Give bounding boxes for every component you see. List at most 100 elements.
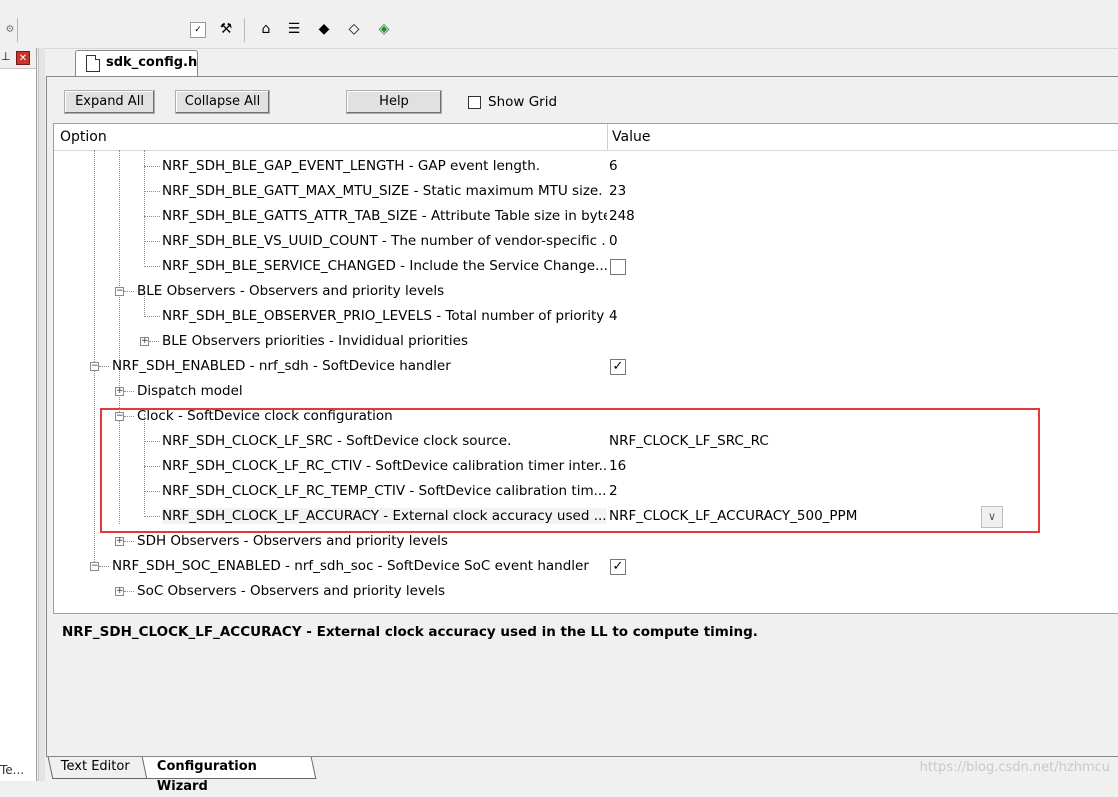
- close-icon[interactable]: ✕: [16, 51, 30, 65]
- row-option: NRF_SDH_CLOCK_LF_SRC - SoftDevice clock …: [162, 433, 512, 449]
- row-value[interactable]: 0: [609, 233, 618, 249]
- expand-icon[interactable]: +: [115, 387, 124, 396]
- expand-icon[interactable]: +: [115, 587, 124, 596]
- row-value[interactable]: NRF_CLOCK_LF_SRC_RC: [609, 433, 769, 449]
- document-icon: [86, 55, 100, 72]
- grid-row[interactable]: NRF_SDH_BLE_VS_UUID_COUNT - The number o…: [54, 229, 1118, 254]
- expand-icon[interactable]: +: [115, 537, 124, 546]
- row-value[interactable]: 16: [609, 458, 626, 474]
- column-divider[interactable]: [607, 124, 608, 150]
- tree-line: [144, 491, 160, 492]
- tree-line: [149, 341, 159, 342]
- row-option: BLE Observers - Observers and priority l…: [137, 283, 445, 299]
- collapse-icon[interactable]: −: [90, 362, 99, 371]
- grid-row[interactable]: − NRF_SDH_SOC_ENABLED - nrf_sdh_soc - So…: [54, 554, 1118, 579]
- collapse-icon[interactable]: −: [115, 287, 124, 296]
- row-option: NRF_SDH_BLE_VS_UUID_COUNT - The number o…: [162, 233, 607, 249]
- package-icon[interactable]: ◈: [374, 19, 394, 39]
- dropdown-arrow-icon[interactable]: ∨: [981, 506, 1003, 528]
- panel-header: ⊥ ✕: [0, 48, 36, 69]
- left-tab-label[interactable]: Te...: [0, 763, 24, 777]
- row-value[interactable]: 4: [609, 308, 618, 324]
- gem-icon[interactable]: ◇: [344, 19, 364, 39]
- service-changed-checkbox[interactable]: [610, 259, 626, 275]
- tree-line: [99, 566, 109, 567]
- row-value[interactable]: 23: [609, 183, 626, 199]
- tab-configuration-wizard[interactable]: Configuration Wizard: [141, 757, 317, 794]
- show-grid-label: Show Grid: [488, 94, 558, 110]
- pin-icon[interactable]: ⊥: [1, 50, 11, 63]
- tab-label: sdk_config.h: [106, 55, 198, 70]
- row-option: BLE Observers priorities - Invididual pr…: [162, 333, 468, 349]
- tree-line: [144, 191, 160, 192]
- tree-line: [144, 316, 160, 317]
- tree-line: [144, 266, 160, 267]
- tree-line: [144, 216, 160, 217]
- grid-row[interactable]: NRF_SDH_CLOCK_LF_RC_CTIV - SoftDevice ca…: [54, 454, 1118, 479]
- grid-row[interactable]: NRF_SDH_BLE_GATTS_ATTR_TAB_SIZE - Attrib…: [54, 204, 1118, 229]
- row-option: NRF_SDH_ENABLED - nrf_sdh - SoftDevice h…: [112, 358, 451, 374]
- checkbox-icon[interactable]: ✓: [190, 22, 206, 38]
- grid-row-selected[interactable]: NRF_SDH_CLOCK_LF_ACCURACY - External clo…: [54, 504, 1118, 529]
- expand-icon[interactable]: +: [140, 337, 149, 346]
- grid-row[interactable]: − BLE Observers - Observers and priority…: [54, 279, 1118, 304]
- grid-row[interactable]: + BLE Observers priorities - Invididual …: [54, 329, 1118, 354]
- tree-line: [124, 416, 134, 417]
- tab-sdk-config[interactable]: sdk_config.h: [75, 50, 198, 76]
- tree-icon[interactable]: ⌂: [256, 19, 276, 39]
- diamond-icon[interactable]: ◆: [314, 19, 334, 39]
- collapse-icon[interactable]: −: [115, 412, 124, 421]
- show-grid-checkbox[interactable]: [468, 96, 481, 109]
- project-panel: ⊥ ✕ Te...: [0, 48, 37, 781]
- grid-row[interactable]: + SoC Observers - Observers and priority…: [54, 579, 1118, 604]
- watermark: https://blog.csdn.net/hzhmcu: [919, 760, 1110, 775]
- magic-wand-icon[interactable]: ⚒: [216, 19, 236, 39]
- panel-splitter[interactable]: [38, 48, 45, 781]
- row-option: NRF_SDH_CLOCK_LF_ACCURACY - External clo…: [162, 508, 607, 524]
- grid-row[interactable]: NRF_SDH_BLE_GATT_MAX_MTU_SIZE - Static m…: [54, 179, 1118, 204]
- row-option: Clock - SoftDevice clock configuration: [137, 408, 393, 424]
- configuration-wizard: Expand All Collapse All Help Show Grid O…: [46, 76, 1118, 756]
- grid-row[interactable]: NRF_SDH_BLE_GAP_EVENT_LENGTH - GAP event…: [54, 154, 1118, 179]
- row-option: Dispatch model: [137, 383, 243, 399]
- column-option[interactable]: Option: [60, 129, 107, 145]
- tab-text-editor-label: Text Editor: [60, 759, 130, 774]
- row-value[interactable]: 6: [609, 158, 618, 174]
- help-button[interactable]: Help: [346, 90, 442, 114]
- row-value[interactable]: 2: [609, 483, 618, 499]
- row-option: NRF_SDH_CLOCK_LF_RC_TEMP_CTIV - SoftDevi…: [162, 483, 607, 499]
- tree-line: [124, 541, 134, 542]
- sdh-enabled-checkbox[interactable]: ✓: [610, 359, 626, 375]
- layers-icon[interactable]: ☰: [284, 19, 304, 39]
- grid-row[interactable]: + Dispatch model: [54, 379, 1118, 404]
- column-value[interactable]: Value: [612, 129, 650, 145]
- grid-row[interactable]: NRF_SDH_CLOCK_LF_SRC - SoftDevice clock …: [54, 429, 1118, 454]
- tree-line: [144, 441, 160, 442]
- tree-line: [124, 291, 134, 292]
- tree-line: [144, 166, 160, 167]
- row-option: NRF_SDH_SOC_ENABLED - nrf_sdh_soc - Soft…: [112, 558, 589, 574]
- expand-all-button[interactable]: Expand All: [64, 90, 155, 114]
- soc-enabled-checkbox[interactable]: ✓: [610, 559, 626, 575]
- row-option: NRF_SDH_BLE_GATTS_ATTR_TAB_SIZE - Attrib…: [162, 208, 607, 224]
- row-option: NRF_SDH_BLE_OBSERVER_PRIO_LEVELS - Total…: [162, 308, 607, 324]
- tab-config-wizard-label: Configuration Wizard: [156, 759, 257, 794]
- grid-row[interactable]: − NRF_SDH_ENABLED - nrf_sdh - SoftDevice…: [54, 354, 1118, 379]
- row-value[interactable]: 248: [609, 208, 635, 224]
- secondary-toolbar: ⚙ ✓ ⚒ ⌂ ☰ ◆ ◇ ◈: [0, 10, 1118, 49]
- row-option: SoC Observers - Observers and priority l…: [137, 583, 446, 599]
- grid-row[interactable]: NRF_SDH_CLOCK_LF_RC_TEMP_CTIV - SoftDevi…: [54, 479, 1118, 504]
- tree-line: [124, 391, 134, 392]
- toolbar-separator: [17, 18, 18, 42]
- tree-line: [124, 591, 134, 592]
- collapse-icon[interactable]: −: [90, 562, 99, 571]
- tab-text-editor[interactable]: Text Editor: [47, 757, 149, 779]
- grid-row[interactable]: NRF_SDH_BLE_SERVICE_CHANGED - Include th…: [54, 254, 1118, 279]
- description-text: NRF_SDH_CLOCK_LF_ACCURACY - External clo…: [62, 624, 758, 640]
- collapse-all-button[interactable]: Collapse All: [175, 90, 270, 114]
- row-value[interactable]: NRF_CLOCK_LF_ACCURACY_500_PPM: [609, 508, 857, 524]
- row-option: SDH Observers - Observers and priority l…: [137, 533, 448, 549]
- grid-row[interactable]: NRF_SDH_BLE_OBSERVER_PRIO_LEVELS - Total…: [54, 304, 1118, 329]
- grid-row[interactable]: + SDH Observers - Observers and priority…: [54, 529, 1118, 554]
- grid-row[interactable]: − Clock - SoftDevice clock configuration: [54, 404, 1118, 429]
